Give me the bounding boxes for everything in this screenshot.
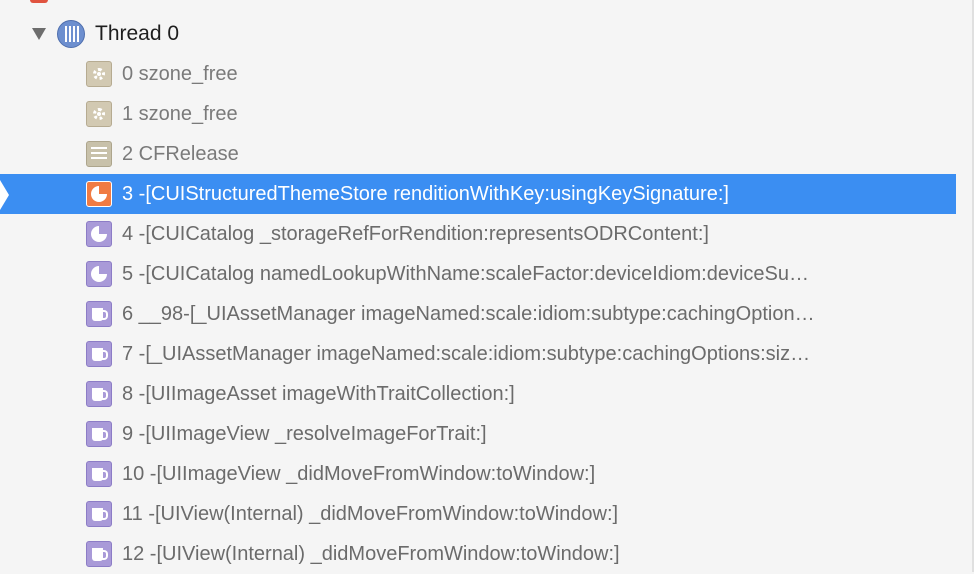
stack-frame-label: 5 -[CUICatalog namedLookupWithName:scale… bbox=[122, 263, 809, 285]
stack-frame-row[interactable]: 7 -[_UIAssetManager imageNamed:scale:idi… bbox=[0, 334, 956, 374]
mug-icon bbox=[86, 341, 112, 367]
stack-frame-label: 10 -[UIImageView _didMoveFromWindow:toWi… bbox=[122, 463, 596, 485]
stack-frame-row-selected[interactable]: 3 -[CUIStructuredThemeStore renditionWit… bbox=[0, 174, 956, 214]
stack-frame-row[interactable]: 0 szone_free bbox=[0, 54, 956, 94]
stack-frame-row[interactable]: 12 -[UIView(Internal) _didMoveFromWindow… bbox=[0, 534, 956, 574]
stack-frame-row[interactable]: 1 szone_free bbox=[0, 94, 956, 134]
pie-icon bbox=[86, 221, 112, 247]
stack-frame-row[interactable]: 11 -[UIView(Internal) _didMoveFromWindow… bbox=[0, 494, 956, 534]
stack-frame-row[interactable]: 10 -[UIImageView _didMoveFromWindow:toWi… bbox=[0, 454, 956, 494]
stack-frame-label: 9 -[UIImageView _resolveImageForTrait:] bbox=[122, 423, 487, 445]
stack-frame-label: 7 -[_UIAssetManager imageNamed:scale:idi… bbox=[122, 343, 811, 365]
stack-frame-row[interactable]: 6 __98-[_UIAssetManager imageNamed:scale… bbox=[0, 294, 956, 334]
table-icon bbox=[86, 141, 112, 167]
previous-thread-icon-edge bbox=[30, 0, 48, 3]
stack-frame-row[interactable]: 2 CFRelease bbox=[0, 134, 956, 174]
gear-icon bbox=[86, 101, 112, 127]
mug-icon bbox=[86, 301, 112, 327]
stack-frame-list: 0 szone_free 1 szone_free 2 CFRelease 3 … bbox=[0, 54, 956, 574]
stack-frame-label: 1 szone_free bbox=[122, 103, 238, 125]
mug-icon bbox=[86, 541, 112, 567]
pie-icon bbox=[86, 181, 112, 207]
stack-frame-label: 12 -[UIView(Internal) _didMoveFromWindow… bbox=[122, 543, 620, 565]
stack-frame-label: 4 -[CUICatalog _storageRefForRendition:r… bbox=[122, 223, 709, 245]
gear-icon bbox=[86, 61, 112, 87]
disclosure-triangle-icon[interactable] bbox=[32, 28, 46, 40]
stack-frame-row[interactable]: 9 -[UIImageView _resolveImageForTrait:] bbox=[0, 414, 956, 454]
stack-frame-label: 2 CFRelease bbox=[122, 143, 239, 165]
thread-row[interactable]: Thread 0 bbox=[0, 14, 956, 54]
thread-label: Thread 0 bbox=[95, 22, 180, 45]
stack-frame-row[interactable]: 8 -[UIImageAsset imageWithTraitCollectio… bbox=[0, 374, 956, 414]
thread-icon bbox=[57, 20, 85, 48]
mug-icon bbox=[86, 381, 112, 407]
stack-frame-label: 11 -[UIView(Internal) _didMoveFromWindow… bbox=[122, 503, 619, 525]
stack-frame-label: 0 szone_free bbox=[122, 63, 238, 85]
mug-icon bbox=[86, 421, 112, 447]
stack-frame-row[interactable]: 4 -[CUICatalog _storageRefForRendition:r… bbox=[0, 214, 956, 254]
stack-frame-label: 3 -[CUIStructuredThemeStore renditionWit… bbox=[122, 183, 729, 205]
mug-icon bbox=[86, 501, 112, 527]
stack-frame-row[interactable]: 5 -[CUICatalog namedLookupWithName:scale… bbox=[0, 254, 956, 294]
stack-frame-label: 8 -[UIImageAsset imageWithTraitCollectio… bbox=[122, 383, 515, 405]
pie-icon bbox=[86, 261, 112, 287]
mug-icon bbox=[86, 461, 112, 487]
stack-frame-label: 6 __98-[_UIAssetManager imageNamed:scale… bbox=[122, 303, 815, 325]
program-counter-marker-icon bbox=[0, 180, 9, 210]
